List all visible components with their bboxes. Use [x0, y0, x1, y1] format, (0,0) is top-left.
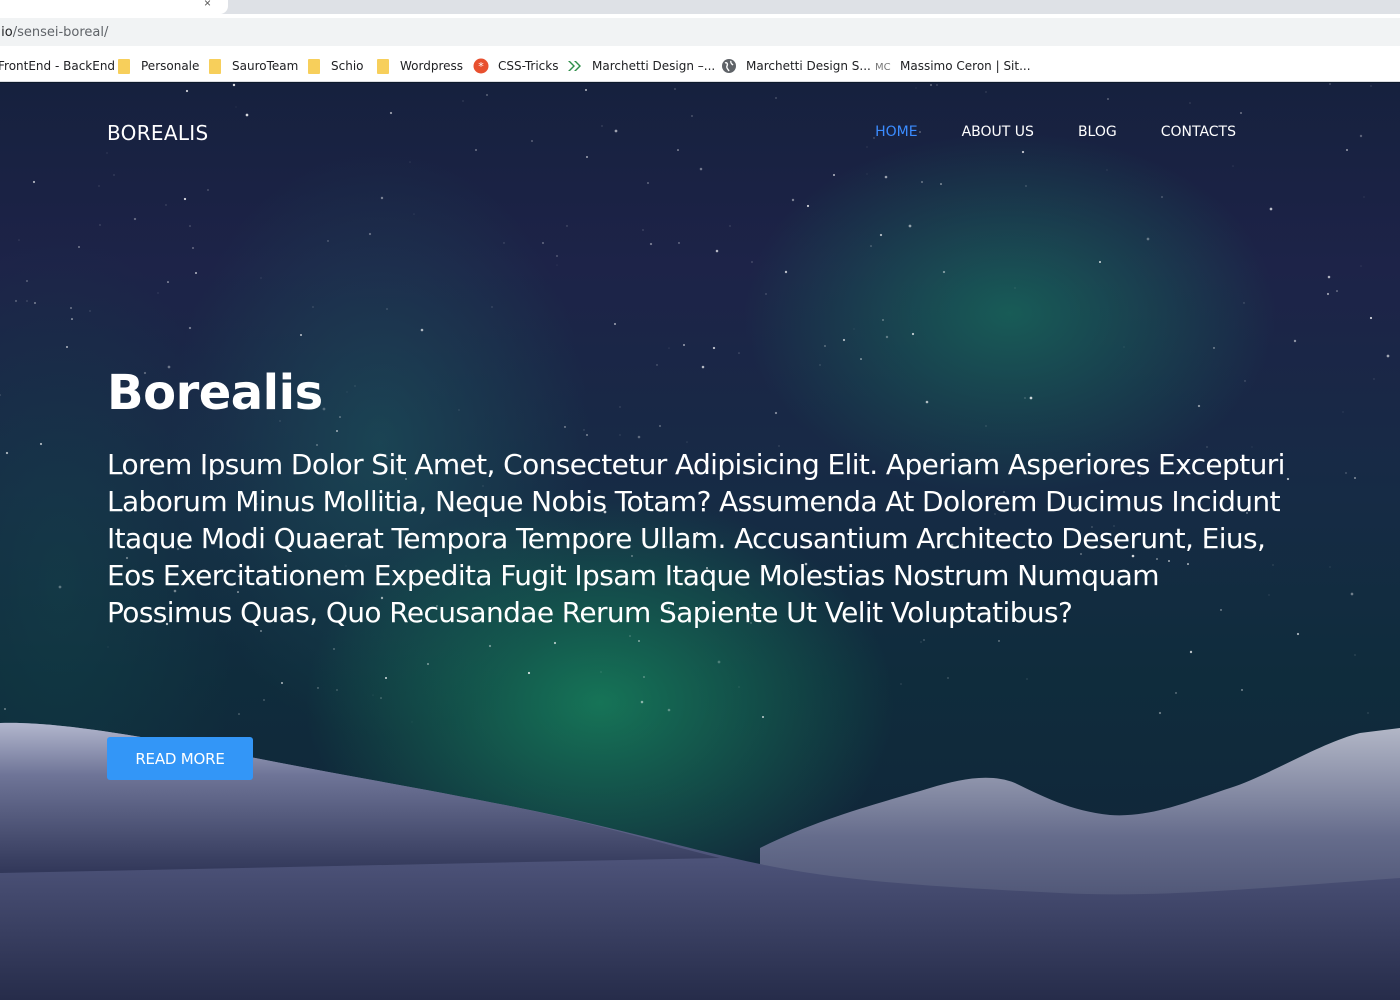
bookmark-label: Wordpress: [400, 59, 464, 73]
chevron-logo-icon: [567, 58, 583, 74]
nav-about-us[interactable]: ABOUT US: [962, 124, 1034, 140]
nav-blog[interactable]: BLOG: [1078, 124, 1117, 140]
bookmark-item[interactable]: MC Massimo Ceron | Sit...: [875, 52, 1031, 80]
globe-icon: [721, 58, 737, 74]
read-more-button[interactable]: READ MORE: [107, 737, 253, 780]
folder-icon: [118, 58, 130, 74]
url-text: .io/sensei-boreal/: [0, 24, 109, 40]
bookmark-label: Schio: [331, 59, 364, 73]
nav-contacts[interactable]: CONTACTS: [1161, 124, 1236, 140]
bookmark-label: CSS-Tricks: [498, 59, 559, 73]
bookmark-item[interactable]: Marchetti Design –...: [567, 52, 715, 80]
new-tab-area: [236, 0, 1400, 14]
tab-strip: ×: [0, 0, 1400, 14]
site-navigation: HOME ABOUT US BLOG CONTACTS: [831, 124, 1236, 140]
bookmark-label: FrontEnd - BackEnd: [0, 59, 116, 73]
bookmark-label: SauroTeam: [232, 59, 299, 73]
mc-logo-icon: MC: [875, 58, 891, 74]
site-brand-logo[interactable]: BOREALIS: [107, 121, 208, 145]
bookmark-item[interactable]: FrontEnd - BackEnd: [0, 52, 115, 80]
hero-title: Borealis: [107, 365, 323, 421]
svg-text:MC: MC: [875, 62, 891, 73]
bookmarks-bar: FrontEnd - BackEnd Personale SauroTeam Schi…: [0, 50, 1400, 82]
bookmark-label: Marchetti Design –...: [592, 59, 716, 73]
bookmark-item[interactable]: * CSS-Tricks: [473, 52, 558, 80]
bookmark-label: Personale: [141, 59, 200, 73]
nav-home[interactable]: HOME: [875, 124, 917, 140]
bookmark-item[interactable]: Marchetti Design S...: [721, 52, 871, 80]
bookmark-label: Marchetti Design S...: [746, 59, 871, 73]
bookmark-item[interactable]: SauroTeam: [209, 52, 298, 80]
folder-icon: [377, 58, 389, 74]
bookmark-item[interactable]: Schio: [308, 52, 364, 80]
tab-close-icon[interactable]: ×: [204, 0, 211, 10]
bookmark-item[interactable]: Personale: [118, 52, 199, 80]
hero-section: BOREALIS HOME ABOUT US BLOG CONTACTS Bor…: [0, 83, 1400, 1000]
address-bar[interactable]: .io/sensei-boreal/: [0, 18, 1400, 46]
browser-toolbar: .io/sensei-boreal/: [0, 14, 1400, 50]
browser-tab-active[interactable]: ×: [0, 0, 228, 14]
folder-icon: [308, 58, 320, 74]
css-tricks-icon: *: [473, 58, 489, 74]
folder-icon: [209, 58, 221, 74]
bookmark-label: Massimo Ceron | Sit...: [900, 59, 1031, 73]
bookmark-item[interactable]: Wordpress: [377, 52, 463, 80]
hero-description: Lorem Ipsum Dolor Sit Amet, Consectetur …: [107, 448, 1285, 629]
svg-text:*: *: [478, 60, 484, 73]
